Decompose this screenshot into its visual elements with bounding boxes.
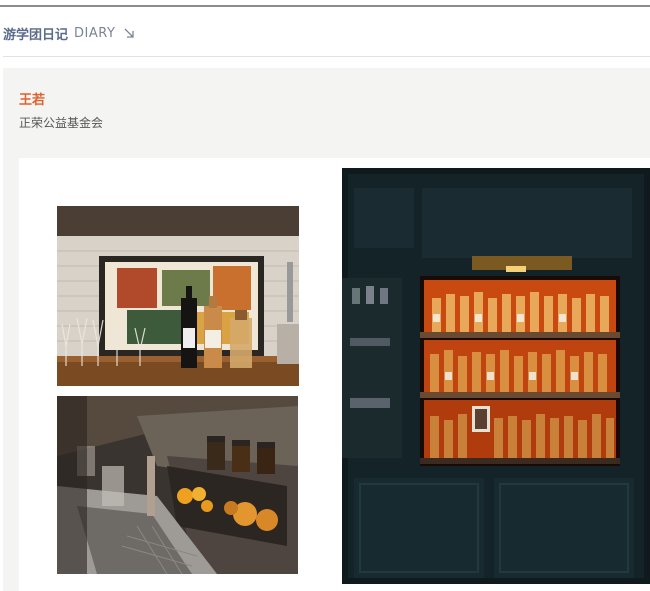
header-divider bbox=[3, 56, 650, 57]
arrow-down-right-icon[interactable] bbox=[123, 27, 135, 39]
section-title: 游学团日记 bbox=[3, 27, 69, 43]
section-subtitle: DIARY bbox=[74, 25, 116, 41]
liquor-cabinet-photo[interactable] bbox=[342, 168, 650, 584]
diary-card: 王若 正荣公益基金会 bbox=[3, 68, 650, 591]
bar-counter-photo[interactable] bbox=[57, 206, 299, 386]
author-organization: 正荣公益基金会 bbox=[19, 116, 104, 130]
section-header[interactable]: 游学团日记 DIARY bbox=[3, 25, 135, 43]
top-divider bbox=[0, 5, 650, 7]
author-name: 王若 bbox=[19, 93, 46, 108]
photo-panel bbox=[19, 158, 650, 591]
bar-prep-station-photo[interactable] bbox=[57, 396, 298, 574]
